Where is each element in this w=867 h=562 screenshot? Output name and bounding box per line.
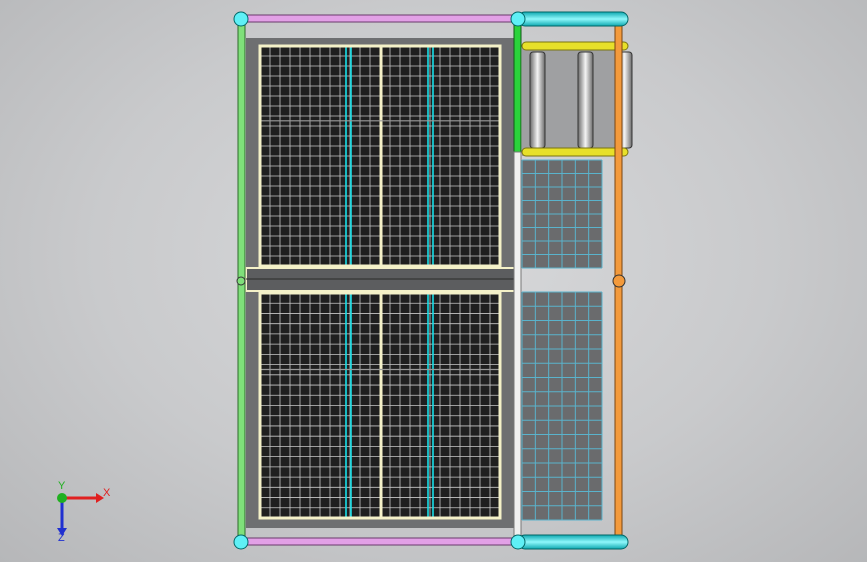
axis-x-label: X	[103, 487, 111, 499]
upper-grid-panel	[258, 44, 502, 268]
corner-node-tl	[233, 11, 249, 27]
bottom-rail	[241, 537, 519, 546]
mid-node-left	[236, 276, 246, 286]
right-grid-panel	[521, 159, 603, 521]
corner-node-bl	[233, 534, 249, 550]
roller-2	[577, 51, 594, 149]
lower-grid-panel	[258, 291, 502, 520]
roller-1	[529, 51, 546, 149]
corner-node-tr	[510, 11, 526, 27]
top-rail	[241, 14, 519, 23]
cyan-tube-bottom	[517, 534, 629, 550]
mechanical-frame-model[interactable]	[0, 0, 867, 562]
yellow-tube-bottom	[521, 147, 629, 157]
yellow-tube-top	[521, 41, 629, 51]
mid-post-green	[513, 19, 522, 153]
graphics-viewport[interactable]: X Y Z	[0, 0, 867, 562]
axis-y-label: Y	[58, 480, 66, 492]
mid-node-right	[612, 274, 626, 288]
corner-node-br	[510, 534, 526, 550]
mid-post-white	[513, 151, 522, 541]
orientation-triad: X Y Z	[40, 478, 120, 548]
axis-z-label: Z	[58, 532, 65, 544]
cyan-tube-top	[517, 11, 629, 27]
